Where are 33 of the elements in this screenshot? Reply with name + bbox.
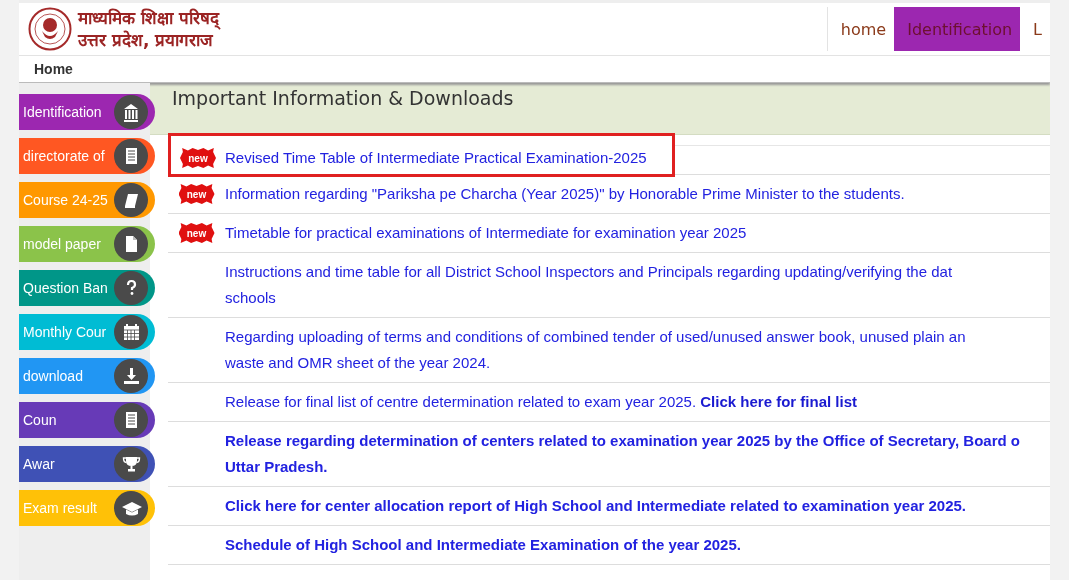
sidebar-button[interactable]: Identification bbox=[19, 94, 155, 130]
nav-link[interactable]: L bbox=[1020, 7, 1050, 51]
breadcrumb-link[interactable]: Home bbox=[34, 61, 73, 77]
file-icon bbox=[114, 227, 148, 261]
bank-icon bbox=[114, 95, 148, 129]
graduation-cap-icon bbox=[114, 491, 148, 525]
trophy-icon bbox=[114, 447, 148, 481]
notice-link[interactable]: Regarding uploading of terms and conditions of combined tender of used/unused answer book, unused plain an waste and OMR sheet of the year 2024. bbox=[225, 324, 966, 376]
new-badge: new bbox=[178, 223, 215, 243]
emblem-icon bbox=[28, 7, 72, 51]
question-icon bbox=[114, 271, 148, 305]
notice-link[interactable]: Release regarding determination of centers related to examination year 2025 by the Office of Secretary, Board o Uttar Pradesh. bbox=[225, 428, 1020, 480]
calendar-icon bbox=[114, 315, 148, 349]
notice-text: Release for final list of centre determination related to exam year 2025. bbox=[225, 392, 698, 412]
notice-link[interactable]: Information regarding "Pariksha pe Charcha (Year 2025)" by Honorable Prime Minister to the students. bbox=[225, 181, 905, 207]
sidebar-button[interactable]: Awar bbox=[19, 446, 155, 482]
new-badge: new bbox=[180, 148, 216, 168]
download-icon bbox=[114, 359, 148, 393]
sidebar-button[interactable]: Coun bbox=[19, 402, 155, 438]
notebook-icon bbox=[114, 139, 148, 173]
sidebar-button[interactable]: Question Ban bbox=[19, 270, 155, 306]
nav-link[interactable]: home bbox=[827, 7, 895, 51]
book-icon bbox=[114, 183, 148, 217]
notice-link[interactable]: Schedule of High School and Intermediate Examination of the year 2025. bbox=[225, 532, 741, 558]
board-title: माध्यमिक शिक्षा परिषद् उत्तर प्रदेश, प्रयागराज bbox=[78, 7, 219, 51]
notice-link[interactable]: Timetable for practical examinations of Intermediate for examination year 2025 bbox=[225, 220, 747, 246]
notice-link[interactable]: Instructions and time table for all District School Inspectors and Principals regarding updating/verifying the dat schools bbox=[225, 259, 953, 311]
notebook-icon bbox=[114, 403, 148, 437]
notice-link[interactable]: Revised Time Table of Intermediate Practical Examination-2025 bbox=[225, 145, 647, 171]
notice-link[interactable]: Click here for center allocation report of High School and Intermediate related to examination year 2025. bbox=[225, 493, 967, 519]
section-title: Important Information & Downloads bbox=[172, 87, 514, 109]
final-list-link[interactable]: Click here for final list bbox=[700, 393, 857, 410]
new-badge: new bbox=[178, 184, 215, 204]
